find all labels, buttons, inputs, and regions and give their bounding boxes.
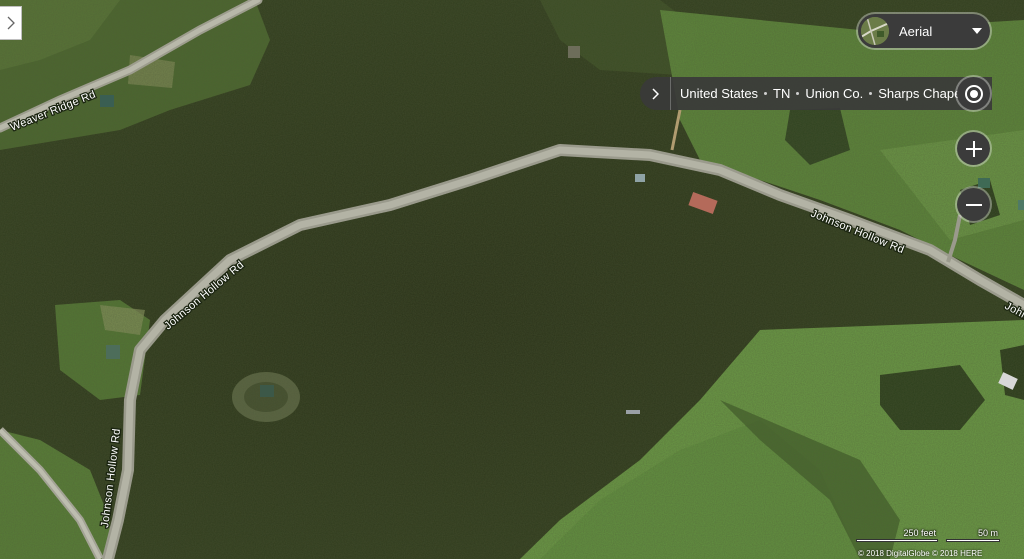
breadcrumb-expand-button[interactable] bbox=[640, 77, 671, 110]
breadcrumb-country[interactable]: United States bbox=[680, 86, 758, 101]
copyright-notice: © 2018 DigitalGlobe © 2018 HERE bbox=[858, 549, 983, 558]
scale-feet-label: 250 feet bbox=[903, 528, 936, 538]
side-panel-expander[interactable] bbox=[0, 6, 22, 40]
map-type-label: Aerial bbox=[899, 23, 933, 39]
breadcrumb-state[interactable]: TN bbox=[773, 86, 790, 101]
scale-meters-label: 50 m bbox=[977, 528, 998, 538]
minus-icon bbox=[965, 203, 982, 206]
caret-down-icon bbox=[972, 28, 982, 34]
plus-icon bbox=[965, 140, 982, 157]
breadcrumb-separator bbox=[764, 92, 768, 95]
breadcrumb-locality[interactable]: Sharps Chapel bbox=[878, 86, 964, 101]
scale-bar-feet: 250 feet bbox=[856, 528, 938, 544]
scale-bar-meters: 50 m bbox=[946, 528, 1000, 544]
scale-bar-line bbox=[856, 539, 938, 542]
location-breadcrumb: United States TN Union Co. Sharps Chapel bbox=[640, 77, 992, 110]
scale-bar-line bbox=[946, 539, 1000, 542]
chevron-right-icon bbox=[7, 16, 15, 30]
chevron-right-icon bbox=[651, 87, 659, 100]
breadcrumb-separator bbox=[796, 92, 800, 95]
breadcrumb-separator bbox=[869, 92, 873, 95]
aerial-thumbnail-icon bbox=[861, 17, 889, 45]
locate-me-button[interactable] bbox=[957, 77, 990, 110]
zoom-out-button[interactable] bbox=[957, 188, 990, 221]
locate-me-icon bbox=[964, 84, 983, 103]
breadcrumb-county[interactable]: Union Co. bbox=[805, 86, 863, 101]
map-type-selector[interactable]: Aerial bbox=[858, 14, 990, 48]
zoom-in-button[interactable] bbox=[957, 132, 990, 165]
